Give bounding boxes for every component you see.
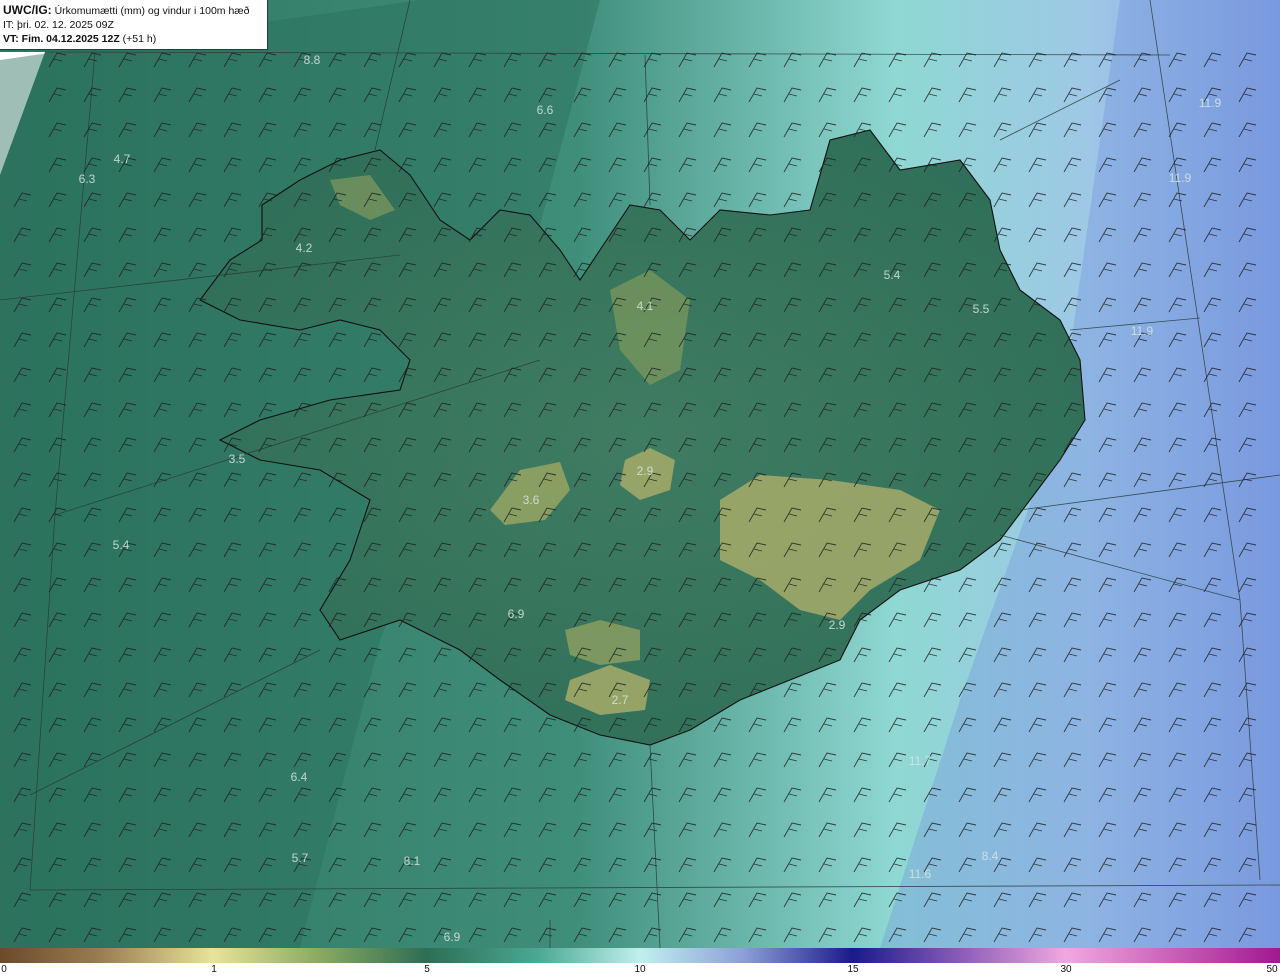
- colorbar-tick: 50: [1266, 964, 1278, 975]
- value-label: 5.5: [973, 302, 990, 316]
- value-label: 5.7: [292, 851, 309, 865]
- value-label: 5.4: [113, 538, 130, 552]
- value-label: 11.9: [1169, 171, 1192, 185]
- value-label: 11.9: [1199, 96, 1222, 110]
- value-label: 11.9: [1131, 324, 1154, 338]
- value-label: 8.4: [982, 849, 999, 863]
- value-label: 6.9: [508, 607, 525, 621]
- map-canvas: 8.8 6.6 4.7 6.3 4.2 4.1 5.4 5.5 11.9 11.…: [0, 0, 1280, 948]
- value-label: 4.7: [114, 152, 131, 166]
- colorbar-tick: 10: [634, 964, 646, 975]
- value-label: 11.7: [909, 754, 932, 768]
- value-label: 8.8: [304, 53, 321, 67]
- value-label: 2.9: [637, 464, 654, 478]
- colorbar-tick: 0: [1, 964, 7, 975]
- value-label: 6.6: [537, 103, 554, 117]
- colorbar-tick: 5: [424, 964, 430, 975]
- value-label: 11.6: [909, 867, 932, 881]
- value-label: 5.4: [884, 268, 901, 282]
- issue-time: IT: þri. 02. 12. 2025 09Z: [3, 19, 114, 31]
- header-title-line: UWC/IG: Úrkomumætti (mm) og vindur i 100…: [3, 3, 267, 18]
- value-label: 4.2: [296, 241, 313, 255]
- value-label: 6.4: [291, 770, 308, 784]
- valid-time-line: VT: Fim. 04.12.2025 12Z (+51 h): [3, 32, 267, 46]
- value-label: 3.6: [523, 493, 540, 507]
- map-header: UWC/IG: Úrkomumætti (mm) og vindur i 100…: [0, 0, 268, 50]
- value-label: 6.9: [444, 930, 461, 944]
- valid-time: Fim. 04.12.2025 12Z: [21, 33, 120, 45]
- value-label: 2.9: [829, 618, 846, 632]
- weather-map: 8.8 6.6 4.7 6.3 4.2 4.1 5.4 5.5 11.9 11.…: [0, 0, 1280, 978]
- colorbar: 0 1 5 10 15 30 50: [0, 948, 1280, 978]
- value-label: 2.7: [612, 693, 629, 707]
- model-name: UWC/IG:: [3, 3, 52, 17]
- value-label: 8.1: [404, 854, 421, 868]
- valid-label: VT:: [3, 33, 19, 45]
- colorbar-strip: [0, 948, 1280, 963]
- product-title: Úrkomumætti (mm) og vindur i 100m hæð: [54, 5, 250, 17]
- lead-time: (+51 h): [122, 33, 157, 45]
- colorbar-tick: 30: [1060, 964, 1072, 975]
- colorbar-tick: 1: [211, 964, 217, 975]
- value-label: 3.5: [229, 452, 246, 466]
- colorbar-tick: 15: [847, 964, 859, 975]
- value-label: 6.3: [79, 172, 96, 186]
- value-label: 4.1: [637, 299, 654, 313]
